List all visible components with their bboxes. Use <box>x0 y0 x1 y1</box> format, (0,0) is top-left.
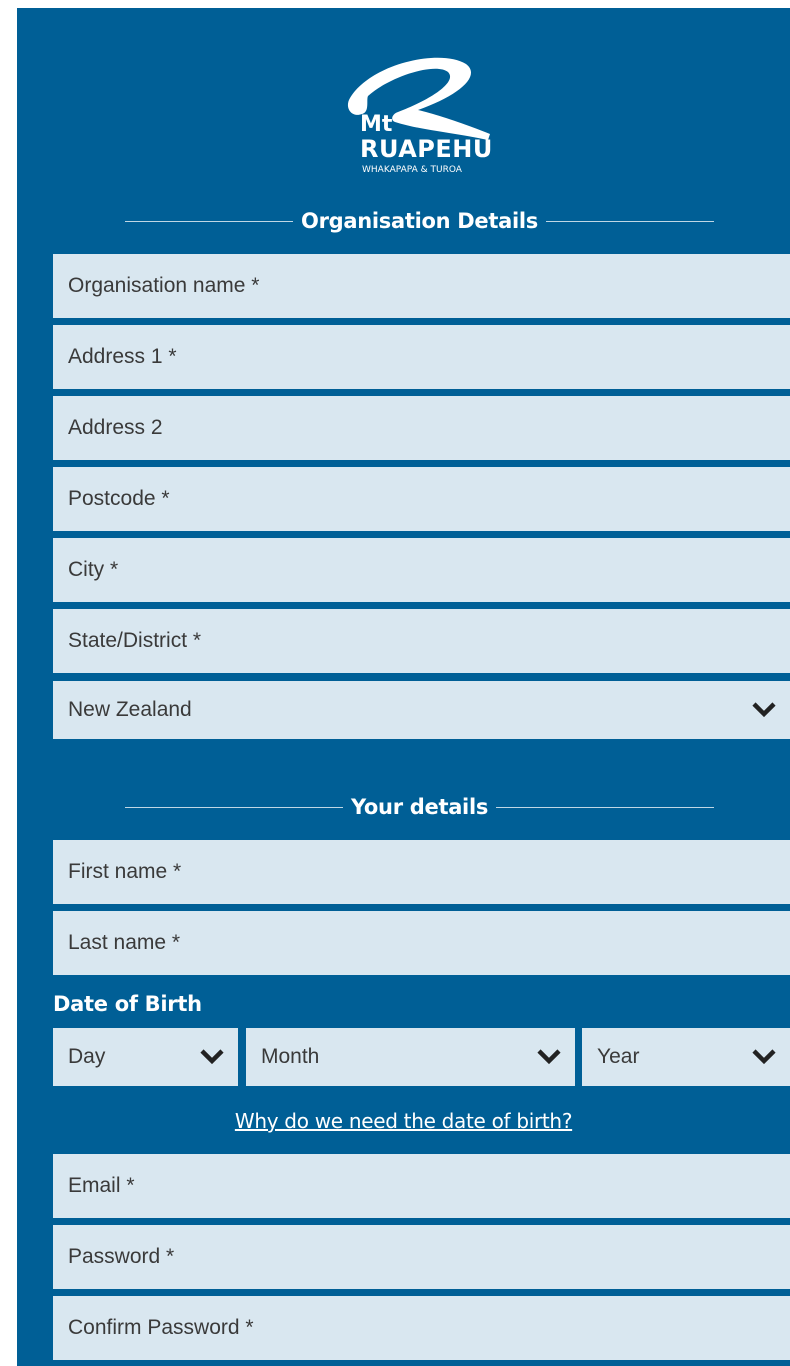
divider-line-right <box>496 806 715 808</box>
dob-day-select[interactable]: Day <box>53 1028 238 1086</box>
dob-month-value: Month <box>261 1045 320 1068</box>
logo-subtitle: WHAKAPAPA & TUROA <box>362 165 462 175</box>
last-name-input[interactable] <box>53 911 790 975</box>
address1-input[interactable] <box>53 325 790 389</box>
dob-day-value: Day <box>68 1045 106 1068</box>
chevron-down-icon <box>752 702 776 718</box>
section-divider-details: Your details <box>125 792 715 822</box>
password-input[interactable] <box>53 1225 790 1289</box>
dob-year-select[interactable]: Year <box>582 1028 790 1086</box>
email-input[interactable] <box>53 1154 790 1218</box>
section-title-your-details: Your details <box>350 795 489 819</box>
country-select[interactable]: New Zealand <box>53 681 790 739</box>
chevron-down-icon <box>537 1049 561 1065</box>
address2-input[interactable] <box>53 396 790 460</box>
chevron-down-icon <box>200 1049 224 1065</box>
mt-ruapehu-logo: Mt RUAPEHU WHAKAPAPA & TUROA <box>340 52 500 192</box>
divider-line-left <box>125 806 343 808</box>
divider-line-right <box>545 220 714 222</box>
first-name-input[interactable] <box>53 840 790 904</box>
city-input[interactable] <box>53 538 790 602</box>
dob-month-select[interactable]: Month <box>246 1028 575 1086</box>
dob-help-link[interactable]: Why do we need the date of birth? <box>17 1109 790 1133</box>
section-divider-organisation: Organisation Details <box>125 206 714 236</box>
logo-ruapehu: RUAPEHU <box>360 135 493 163</box>
country-select-value: New Zealand <box>68 698 192 721</box>
date-of-birth-label: Date of Birth <box>53 992 202 1016</box>
confirm-password-input[interactable] <box>53 1296 790 1360</box>
chevron-down-icon <box>752 1049 776 1065</box>
organisation-name-input[interactable] <box>53 254 790 318</box>
divider-line-left <box>125 220 294 222</box>
state-district-input[interactable] <box>53 609 790 673</box>
registration-panel: Mt RUAPEHU WHAKAPAPA & TUROA Organisatio… <box>17 8 790 1366</box>
dob-year-value: Year <box>597 1045 640 1068</box>
postcode-input[interactable] <box>53 467 790 531</box>
logo-mt: Mt <box>360 112 393 137</box>
section-title-organisation: Organisation Details <box>301 209 538 233</box>
